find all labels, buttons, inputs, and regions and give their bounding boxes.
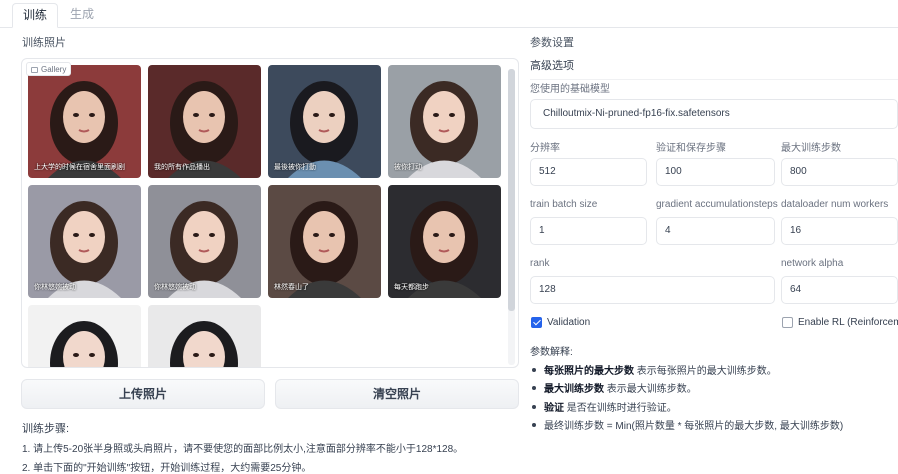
gallery-thumbnail[interactable]: 上大学的时候在宿舍里面刷剧 (28, 65, 141, 178)
gallery-thumbnail[interactable]: 林然春山了 (268, 185, 381, 298)
advanced-options-label[interactable]: 高级选项 (530, 60, 574, 72)
note-term: 每张照片的最大步数 (544, 366, 634, 377)
base-model-label: 您使用的基础模型 (530, 84, 610, 95)
bullet-icon (532, 386, 536, 390)
train-batch-size-label: train batch size (530, 199, 598, 210)
gallery-badge-label: Gallery (41, 65, 67, 74)
training-step-2: 2. 单击下面的"开始训练"按钮，开始训练过程，大约需要25分钟。 (22, 463, 312, 474)
tab-bar: 训练 生成 (0, 0, 898, 28)
rank-label: rank (530, 258, 550, 269)
num-workers-input[interactable]: 16 (781, 217, 898, 245)
training-steps-title: 训练步骤: (22, 423, 70, 435)
gallery-thumbnail[interactable]: 最後被你打動 (268, 65, 381, 178)
gallery-thumbnail[interactable]: 你林悠婉被动 (148, 185, 261, 298)
network-alpha-input[interactable]: 64 (781, 276, 898, 304)
thumbnail-caption: 我的所有作品播出 (154, 164, 210, 171)
resolution-label: 分辨率 (530, 143, 560, 154)
thumbnail-caption: 上大学的时候在宿舍里面刷剧 (34, 164, 125, 171)
note-text: 最终训练步数 = Min(照片数量 * 每张照片的最大步数, 最大训练步数) (544, 421, 844, 432)
note-item: 每张照片的最大步数 表示每张照片的最大训练步数。 (532, 362, 777, 377)
num-workers-label: dataloader num workers (781, 199, 889, 210)
clear-photos-button[interactable]: 清空照片 (275, 379, 519, 409)
upload-photos-button[interactable]: 上传照片 (21, 379, 265, 409)
resolution-input[interactable]: 512 (530, 158, 647, 186)
max-train-steps-input[interactable]: 800 (781, 158, 898, 186)
validation-label[interactable]: Validation (547, 317, 590, 328)
gallery-thumbnail[interactable] (148, 305, 261, 367)
gallery-thumbnail[interactable]: 我的所有作品播出 (148, 65, 261, 178)
portrait-image (28, 305, 141, 367)
network-alpha-label: network alpha (781, 258, 844, 269)
gallery-thumbnail[interactable]: 每天都跑步 (388, 185, 501, 298)
val-save-steps-input[interactable]: 100 (656, 158, 775, 186)
thumbnail-caption: 每天都跑步 (394, 284, 429, 291)
image-icon (31, 67, 38, 73)
gallery-thumbnail[interactable] (28, 305, 141, 367)
gallery-scroll-thumb[interactable] (508, 69, 515, 311)
note-term: 最大训练步数 (544, 384, 604, 395)
bullet-icon (532, 405, 536, 409)
grad-accum-input[interactable]: 4 (656, 217, 775, 245)
thumbnail-caption: 你林悠婉被动 (34, 284, 76, 291)
note-item: 最大训练步数 表示最大训练步数。 (532, 380, 697, 395)
gallery-thumbnail[interactable]: 被你打动 (388, 65, 501, 178)
rank-input[interactable]: 128 (530, 276, 775, 304)
note-text: 是否在训练时进行验证。 (564, 403, 677, 414)
gallery-badge: Gallery (26, 62, 72, 76)
base-model-field[interactable]: Chilloutmix-Ni-pruned-fp16-fix.safetenso… (530, 99, 898, 129)
photo-gallery[interactable]: Gallery 上大学的时候在宿舍里面刷剧 我的所有作品播出 最後被你打動 被你打动你… (21, 58, 519, 368)
thumbnail-caption: 你林悠婉被动 (154, 284, 196, 291)
note-text: 表示最大训练步数。 (604, 384, 697, 395)
note-item: 验证 是否在训练时进行验证。 (532, 399, 677, 414)
enable-rl-checkbox[interactable] (782, 317, 793, 328)
gallery-scrollbar[interactable] (508, 69, 515, 365)
validation-checkbox[interactable] (531, 317, 542, 328)
gallery-thumbnail[interactable]: 你林悠婉被动 (28, 185, 141, 298)
bullet-icon (532, 423, 536, 427)
tab-generate[interactable]: 生成 (60, 3, 104, 28)
grad-accum-label: gradient accumulationsteps (656, 199, 778, 210)
advanced-options-accordion[interactable]: 高级选项 (530, 58, 898, 80)
train-batch-size-input[interactable]: 1 (530, 217, 647, 245)
max-train-steps-label: 最大训练步数 (781, 143, 841, 154)
parameter-settings-label: 参数设置 (530, 37, 574, 49)
tab-train[interactable]: 训练 (12, 3, 59, 28)
thumbnail-caption: 最後被你打動 (274, 164, 316, 171)
training-photos-label: 训练照片 (22, 37, 66, 49)
note-text: 表示每张照片的最大训练步数。 (634, 366, 777, 377)
portrait-image (148, 305, 261, 367)
thumbnail-caption: 林然春山了 (274, 284, 309, 291)
training-step-1: 1. 请上传5-20张半身照或头肩照片，请不要使您的面部比例太小,注意面部分辨率… (22, 444, 464, 455)
parameter-notes-title: 参数解释: (530, 347, 573, 358)
val-save-steps-label: 验证和保存步骤 (656, 143, 726, 154)
note-term: 验证 (544, 403, 564, 414)
enable-rl-label[interactable]: Enable RL (Reinforcemen (798, 317, 898, 328)
note-item: 最终训练步数 = Min(照片数量 * 每张照片的最大步数, 最大训练步数) (532, 417, 843, 432)
thumbnail-caption: 被你打动 (394, 164, 422, 171)
bullet-icon (532, 368, 536, 372)
